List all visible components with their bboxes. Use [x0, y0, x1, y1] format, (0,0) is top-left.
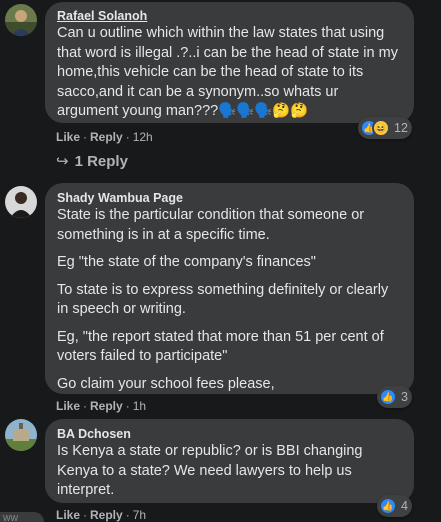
timestamp[interactable]: 12h [133, 130, 153, 144]
comment-paragraph: State is the particular condition that s… [57, 207, 365, 243]
separator: · [125, 130, 130, 144]
separator: · [125, 399, 130, 413]
like-icon: 👍 [379, 497, 397, 515]
partial-avatar: WW [0, 512, 44, 522]
like-link[interactable]: Like [56, 508, 80, 522]
avatar[interactable] [5, 419, 37, 451]
reply-arrow-icon: ↪ [56, 153, 69, 170]
avatar[interactable] [5, 4, 37, 36]
comment-author[interactable]: BA Dchosen [57, 427, 402, 441]
reaction-count: 12 [394, 121, 408, 135]
comment-actions: Like · Reply · 7h [56, 508, 146, 522]
avatar-photo-icon [5, 4, 37, 36]
comment-text: Is Kenya a state or republic? or is BBI … [57, 442, 402, 501]
comment-actions: Like · Reply · 1h [56, 399, 146, 413]
reaction-summary[interactable]: 👍 3 [377, 386, 412, 408]
like-link[interactable]: Like [56, 399, 80, 413]
separator: · [83, 508, 88, 522]
view-replies-link[interactable]: ↪ 1 Reply [56, 152, 128, 170]
comment-bubble: Shady Wambua Page State is the particula… [45, 183, 414, 394]
reaction-summary[interactable]: 👍 😆 12 [358, 117, 412, 139]
comment-author[interactable]: Shady Wambua Page [57, 191, 402, 205]
comment-paragraph: Go claim your school fees please, [57, 375, 275, 392]
comment-paragraph: To state is to express something definit… [57, 281, 389, 318]
haha-icon: 😆 [372, 119, 390, 137]
comment-paragraph: Eg, "the report stated that more than 51… [57, 328, 384, 365]
comment-actions: Like · Reply · 12h [56, 130, 153, 144]
separator: · [83, 399, 88, 413]
reaction-count: 4 [401, 499, 408, 513]
reply-link[interactable]: Reply [90, 130, 123, 144]
comment-author[interactable]: Rafael Solanoh [57, 9, 402, 23]
comment-paragraph: Is Kenya a state or republic? or is BBI … [57, 443, 363, 498]
separator: · [125, 508, 130, 522]
like-link[interactable]: Like [56, 130, 80, 144]
separator: · [83, 130, 88, 144]
reply-link[interactable]: Reply [90, 399, 123, 413]
replies-count-label: 1 Reply [74, 153, 128, 170]
reaction-count: 3 [401, 390, 408, 404]
comment-text: Can u outline which within the law state… [57, 24, 402, 122]
comment-bubble: BA Dchosen Is Kenya a state or republic?… [45, 419, 414, 503]
like-icon: 👍 [379, 388, 397, 406]
reaction-summary[interactable]: 👍 4 [377, 495, 412, 517]
comment-text: State is the particular condition that s… [57, 206, 402, 394]
comment-paragraph: Can u outline which within the law state… [57, 25, 398, 119]
avatar-photo-icon [5, 419, 37, 451]
avatar[interactable] [5, 186, 37, 218]
avatar-photo-icon [5, 186, 37, 218]
comment-bubble: Rafael Solanoh Can u outline which withi… [45, 2, 414, 123]
timestamp[interactable]: 1h [133, 399, 146, 413]
reply-link[interactable]: Reply [90, 508, 123, 522]
timestamp[interactable]: 7h [133, 508, 146, 522]
comment-paragraph: Eg "the state of the company's finances" [57, 254, 316, 270]
